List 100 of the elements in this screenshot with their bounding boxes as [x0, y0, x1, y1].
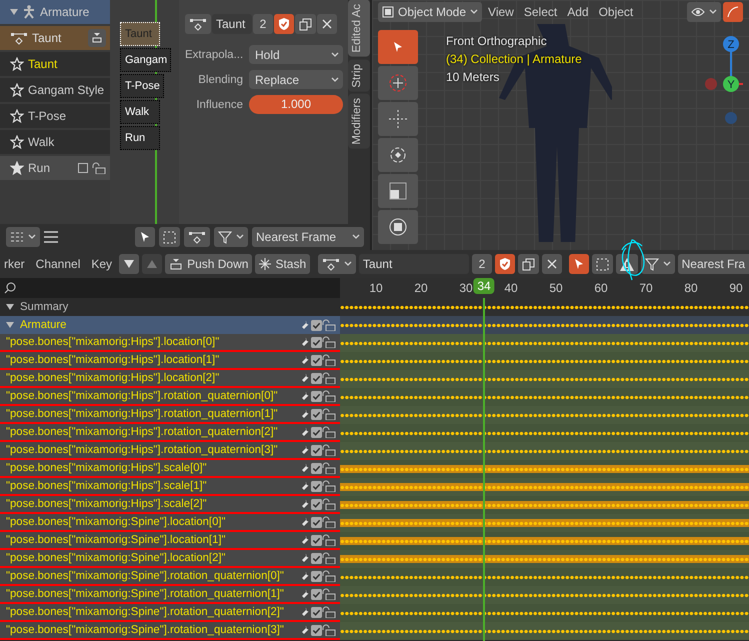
unlink-button[interactable]: [317, 14, 337, 34]
fcurve-channel[interactable]: "pose.bones["mixamorig:Hips"].rotation_quaternion[2]": [0, 424, 340, 442]
nla-track[interactable]: Taunt: [0, 52, 110, 76]
checkbox-icon[interactable]: [311, 462, 322, 474]
shield-check-icon[interactable]: [278, 17, 290, 31]
nla-strip[interactable]: Gangam: [120, 48, 172, 72]
menu-item[interactable]: Key: [87, 257, 116, 271]
nla-track[interactable]: Walk: [0, 130, 110, 154]
menu-item[interactable]: Channel: [32, 257, 84, 271]
influence-slider[interactable]: 1.000: [249, 95, 343, 114]
box-select-icon[interactable]: [596, 258, 609, 270]
keyframes-icon[interactable]: [322, 257, 340, 271]
menu-icon[interactable]: [44, 231, 58, 243]
fcurve-channel[interactable]: "pose.bones["mixamorig:Spine"].location[1]": [0, 532, 340, 550]
keyframes-icon[interactable]: [10, 31, 28, 45]
fcurve-channel[interactable]: "pose.bones["mixamorig:Spine"].rotation_quaternion[1]": [0, 586, 340, 604]
select-cursor-icon[interactable]: [139, 231, 151, 243]
checkbox-icon[interactable]: [311, 498, 322, 510]
checkbox-icon[interactable]: [78, 163, 88, 173]
menu-item[interactable]: Object: [594, 5, 638, 19]
keyframes-icon[interactable]: [189, 17, 207, 31]
star-icon[interactable]: [10, 83, 24, 97]
fcurve-channel[interactable]: "pose.bones["mixamorig:Hips"].location[1]": [0, 352, 340, 370]
fcurve-channel[interactable]: "pose.bones["mixamorig:Spine"].rotation_quaternion[3]": [0, 622, 340, 640]
expand-triangle-icon[interactable]: [6, 321, 14, 329]
unlocked-padlock-icon[interactable]: [322, 570, 336, 582]
fcurve-channel[interactable]: "pose.bones["mixamorig:Spine"].location[2]": [0, 550, 340, 568]
close-icon[interactable]: [546, 259, 557, 269]
object-channel[interactable]: Armature: [0, 316, 340, 334]
unlocked-padlock-icon[interactable]: [322, 319, 336, 331]
checkbox-icon[interactable]: [311, 480, 322, 492]
select-tool-button[interactable]: [568, 254, 589, 274]
keyframe-button[interactable]: [184, 227, 210, 247]
rotate-tool[interactable]: [378, 138, 418, 172]
fcurve-channel[interactable]: "pose.bones["mixamorig:Hips"].rotation_quaternion[3]": [0, 442, 340, 460]
user-count[interactable]: 2: [253, 14, 273, 34]
unlocked-padlock-icon[interactable]: [322, 588, 336, 600]
nla-track[interactable]: Run: [0, 156, 110, 180]
action-name-field[interactable]: Taunt: [212, 14, 252, 34]
transform-tool[interactable]: [378, 210, 418, 244]
mode-dropdown[interactable]: Object Mode: [378, 2, 482, 22]
nla-strip[interactable]: T-Pose: [120, 74, 164, 98]
box-select-button[interactable]: [592, 254, 613, 274]
unlocked-padlock-icon[interactable]: [322, 444, 336, 456]
select-cursor-icon[interactable]: [392, 41, 404, 53]
checkbox-icon[interactable]: [311, 570, 322, 582]
checkbox-icon[interactable]: [311, 444, 322, 456]
shield-check-icon[interactable]: [498, 257, 511, 271]
unlocked-padlock-icon[interactable]: [322, 480, 336, 492]
fcurve-channel[interactable]: "pose.bones["mixamorig:Hips"].location[0]": [0, 334, 340, 352]
checkbox-icon[interactable]: [311, 320, 322, 330]
current-frame-indicator[interactable]: 34: [473, 278, 495, 294]
fcurve-channel[interactable]: "pose.bones["mixamorig:Spine"].rotation_quaternion[0]": [0, 568, 340, 586]
checkbox-icon[interactable]: [311, 372, 322, 384]
unlocked-padlock-icon[interactable]: [322, 462, 336, 474]
menu-item[interactable]: View: [484, 5, 518, 19]
user-count[interactable]: 2: [472, 254, 492, 274]
checkbox-icon[interactable]: [311, 606, 322, 618]
unlocked-padlock-icon[interactable]: [322, 498, 336, 510]
unlocked-padlock-icon[interactable]: [322, 516, 336, 528]
fcurve-channel[interactable]: "pose.bones["mixamorig:Hips"].location[2]": [0, 370, 340, 388]
box-select-button[interactable]: [159, 227, 180, 247]
checkbox-icon[interactable]: [311, 336, 322, 348]
unlocked-padlock-icon[interactable]: [322, 372, 336, 384]
nla-strip[interactable]: Walk: [120, 100, 160, 124]
checkbox-icon[interactable]: [311, 588, 322, 600]
duplicate-button[interactable]: [295, 14, 316, 34]
unlocked-padlock-icon[interactable]: [322, 390, 336, 402]
object-channel[interactable]: Armature: [0, 0, 110, 24]
action-type-dropdown[interactable]: [318, 254, 356, 274]
unlocked-padlock-icon[interactable]: [322, 606, 336, 618]
sidebar-tab[interactable]: Modifiers: [348, 94, 370, 149]
box-select-icon[interactable]: [163, 230, 176, 244]
expand-triangle-icon[interactable]: [6, 303, 14, 311]
fcurve-channel[interactable]: "pose.bones["mixamorig:Hips"].scale[0]": [0, 460, 340, 478]
dropdown[interactable]: Hold: [249, 45, 343, 64]
editor-type-button[interactable]: [6, 227, 40, 247]
select-tool-button[interactable]: [135, 227, 155, 247]
unlocked-padlock-icon[interactable]: [322, 354, 336, 366]
unlink-button[interactable]: [542, 254, 562, 274]
fcurve-channel[interactable]: "pose.bones["mixamorig:Spine"].rotation_quaternion[2]": [0, 604, 340, 622]
push-down-button[interactable]: [88, 29, 106, 47]
unlocked-padlock-icon[interactable]: [322, 624, 336, 636]
duplicate-button[interactable]: [518, 254, 539, 274]
checkbox-icon[interactable]: [311, 426, 322, 438]
star-icon[interactable]: [10, 161, 24, 175]
sidebar-tab[interactable]: Strip: [348, 60, 370, 92]
sidebar-tab[interactable]: Edited Ac: [348, 0, 370, 57]
checkbox-icon[interactable]: [311, 408, 322, 420]
expand-triangle-icon[interactable]: [10, 8, 18, 16]
checkbox-icon[interactable]: [311, 534, 322, 546]
fake-user-button[interactable]: [274, 14, 294, 34]
unlocked-padlock-icon[interactable]: [322, 552, 336, 564]
copy-icon[interactable]: [522, 258, 535, 270]
filter-button[interactable]: [640, 254, 675, 274]
nla-track[interactable]: Gangam Style: [0, 78, 110, 102]
keyframes-icon[interactable]: [188, 230, 206, 244]
fcurve-channel[interactable]: "pose.bones["mixamorig:Spine"].location[0]": [0, 514, 340, 532]
checkbox-icon[interactable]: [311, 552, 322, 564]
checkbox-icon[interactable]: [311, 390, 322, 402]
